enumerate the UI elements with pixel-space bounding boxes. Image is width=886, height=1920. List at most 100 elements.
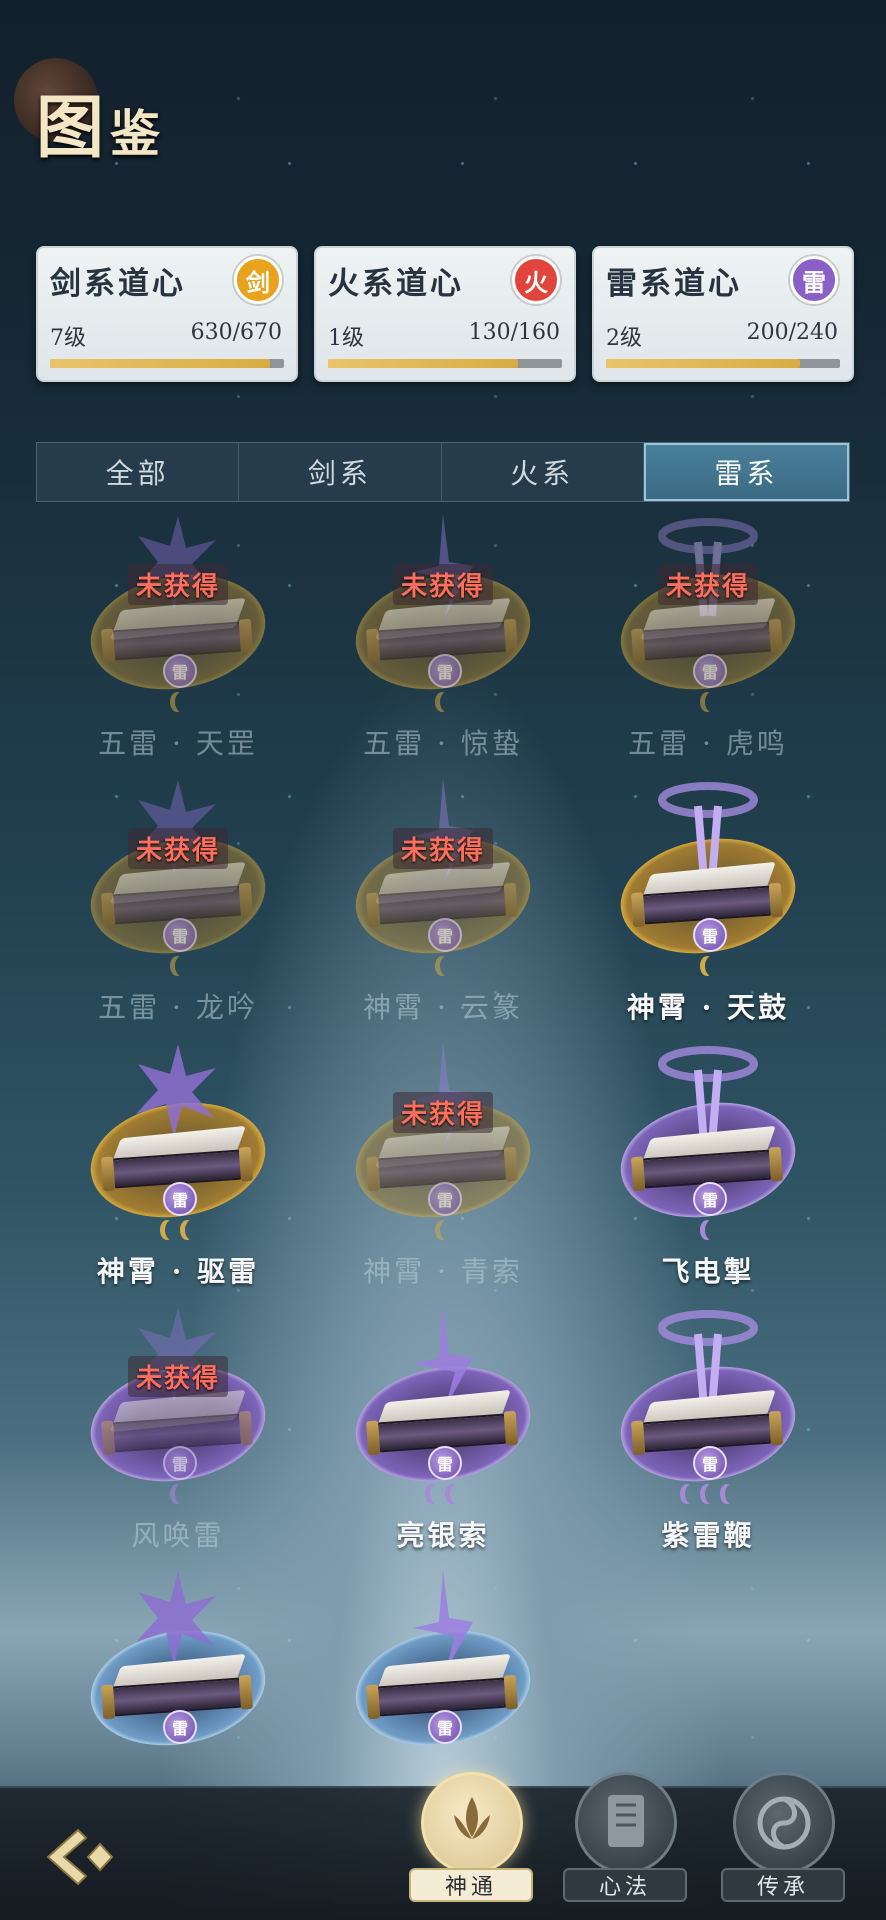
dao-progress-bar	[328, 359, 562, 368]
rank-moons	[576, 1220, 840, 1240]
back-arrow-icon[interactable]	[40, 1822, 122, 1892]
moon-rank-icon	[185, 1220, 199, 1240]
skill-card[interactable]: 未获得雷神霄 · 云篆	[311, 770, 575, 1034]
skill-card[interactable]: 未获得雷五雷 · 虎鸣	[576, 506, 840, 770]
nav-label-shentong: 神通	[409, 1868, 533, 1902]
swirl-icon	[733, 1772, 835, 1874]
skill-name: 神霄 · 青索	[363, 1255, 523, 1288]
locked-label: 未获得	[657, 564, 759, 605]
rank-moons	[46, 1220, 310, 1240]
moon-rank-icon	[175, 692, 189, 712]
moon-rank-icon	[175, 956, 189, 976]
skill-card[interactable]: 未获得雷五雷 · 龙吟	[46, 770, 310, 1034]
moon-rank-icon	[705, 1484, 719, 1504]
moon-rank-icon	[705, 1220, 719, 1240]
dao-card-progress: 130/160	[468, 320, 560, 345]
locked-label: 未获得	[127, 828, 229, 869]
moon-rank-icon	[165, 1220, 179, 1240]
dao-progress-bar	[606, 359, 840, 368]
page-title: 图鉴	[14, 58, 204, 168]
dao-card-level: 1级	[328, 326, 364, 351]
rank-moons	[576, 1484, 840, 1504]
fire-emblem-icon: 火	[512, 256, 560, 304]
tab-sword[interactable]: 剑系	[239, 443, 442, 501]
skill-name: 飞电掣	[661, 1255, 755, 1288]
moon-rank-icon	[705, 956, 719, 976]
moon-rank-icon	[685, 1484, 699, 1504]
dao-card-title: 雷系道心	[606, 266, 742, 302]
moon-rank-icon	[440, 1220, 454, 1240]
skill-name: 神霄 · 驱雷	[96, 1255, 260, 1288]
dao-card-sword[interactable]: 剑系道心 剑 7级 630/670	[36, 246, 298, 382]
skill-name: 五雷 · 天罡	[98, 727, 258, 760]
dao-progress-fill	[328, 359, 518, 368]
thunder-element-icon: 雷	[163, 1182, 197, 1216]
thunder-emblem-icon: 雷	[790, 256, 838, 304]
skill-card[interactable]: 雷紫雷鞭	[576, 1298, 840, 1562]
thunder-element-icon: 雷	[693, 654, 727, 688]
moon-rank-icon	[450, 1484, 464, 1504]
category-tabs: 全部 剑系 火系 雷系	[36, 442, 850, 502]
thunder-element-icon: 雷	[693, 918, 727, 952]
skill-card[interactable]: 雷神霄 · 天鼓	[576, 770, 840, 1034]
moon-rank-icon	[430, 1484, 444, 1504]
skill-card[interactable]: 未获得雷五雷 · 惊蛰	[311, 506, 575, 770]
locked-label: 未获得	[127, 564, 229, 605]
thunder-element-icon: 雷	[163, 918, 197, 952]
sword-emblem-icon: 剑	[234, 256, 282, 304]
dao-card-title: 剑系道心	[50, 266, 186, 302]
thunder-element-icon: 雷	[428, 654, 462, 688]
skill-name: 五雷 · 龙吟	[98, 991, 258, 1024]
skill-name: 神霄 · 天鼓	[626, 991, 790, 1024]
moon-rank-icon	[440, 692, 454, 712]
nav-button-shentong[interactable]: 神通	[409, 1772, 533, 1902]
skill-card[interactable]: 雷飞电掣	[576, 1034, 840, 1298]
dao-card-progress: 630/670	[190, 320, 282, 345]
tab-all[interactable]: 全部	[37, 443, 240, 501]
dao-card-level: 7级	[50, 326, 86, 351]
rank-moons	[311, 692, 575, 712]
rank-moons	[576, 956, 840, 976]
nav-button-chuancheng[interactable]: 传承	[721, 1772, 845, 1902]
lotus-icon	[421, 1772, 523, 1874]
nav-button-xinfa[interactable]: 心法	[563, 1772, 687, 1902]
thunder-element-icon: 雷	[163, 654, 197, 688]
skill-card[interactable]: 未获得雷五雷 · 天罡	[46, 506, 310, 770]
skill-name: 风唤雷	[131, 1519, 225, 1552]
moon-rank-icon	[705, 692, 719, 712]
tab-fire[interactable]: 火系	[442, 443, 644, 501]
dao-card-thunder[interactable]: 雷系道心 雷 2级 200/240	[592, 246, 854, 382]
thunder-element-icon: 雷	[693, 1182, 727, 1216]
title-main-char: 图	[36, 88, 111, 168]
dao-card-fire[interactable]: 火系道心 火 1级 130/160	[314, 246, 576, 382]
skill-name: 亮银索	[396, 1519, 490, 1552]
thunder-element-icon: 雷	[163, 1446, 197, 1480]
thunder-element-icon: 雷	[428, 1710, 462, 1744]
rank-moons	[576, 692, 840, 712]
rank-moons	[46, 956, 310, 976]
rank-moons	[46, 692, 310, 712]
tab-thunder[interactable]: 雷系	[643, 443, 849, 501]
skill-name: 五雷 · 惊蛰	[363, 727, 523, 760]
locked-label: 未获得	[392, 564, 494, 605]
skill-card[interactable]: 未获得雷神霄 · 青索	[311, 1034, 575, 1298]
moon-rank-icon	[440, 956, 454, 976]
dao-progress-fill	[50, 359, 270, 368]
skill-name: 神霄 · 云篆	[363, 991, 523, 1024]
dao-card-progress: 200/240	[746, 320, 838, 345]
rank-moons	[46, 1484, 310, 1504]
page-title-text: 图鉴	[36, 72, 166, 171]
dao-progress-bar	[50, 359, 284, 368]
locked-label: 未获得	[392, 828, 494, 869]
title-rest-char: 鉴	[110, 104, 167, 163]
dao-card-title: 火系道心	[328, 266, 464, 302]
dao-card-level: 2级	[606, 326, 642, 351]
dao-progress-fill	[606, 359, 801, 368]
thunder-element-icon: 雷	[163, 1710, 197, 1744]
skill-card[interactable]: 未获得雷风唤雷	[46, 1298, 310, 1562]
skill-card[interactable]: 雷亮银索	[311, 1298, 575, 1562]
nav-label-xinfa: 心法	[563, 1868, 687, 1902]
scroll-icon	[575, 1772, 677, 1874]
skill-name: 五雷 · 虎鸣	[628, 727, 788, 760]
skill-card[interactable]: 雷神霄 · 驱雷	[46, 1034, 310, 1298]
